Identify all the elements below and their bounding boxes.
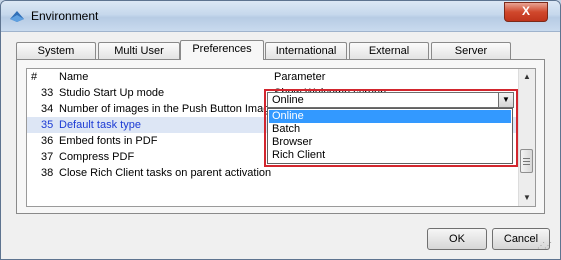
row-name: Default task type (59, 119, 141, 131)
tab-multi-user[interactable]: Multi User (98, 42, 180, 59)
option-browser[interactable]: Browser (269, 136, 511, 149)
tab-preferences[interactable]: Preferences (180, 40, 264, 60)
scrollbar-thumb[interactable] (520, 149, 533, 173)
row-name: Close Rich Client tasks on parent activa… (59, 167, 272, 179)
row-number: 33 (41, 87, 54, 99)
title-bar[interactable]: Environment X (1, 1, 560, 32)
resize-grip-icon[interactable]: ⋰⋰ (537, 241, 552, 250)
scroll-up-arrow-icon[interactable]: ▲ (519, 69, 535, 85)
row-number: 37 (41, 151, 54, 163)
option-online[interactable]: Online (269, 110, 511, 123)
app-icon (10, 11, 24, 22)
close-button[interactable]: X (504, 2, 548, 22)
row-name: Embed fonts in PDF (59, 135, 158, 147)
tab-external[interactable]: External (349, 42, 429, 59)
option-rich-client[interactable]: Rich Client (269, 149, 511, 162)
grid-header: # Name Parameter (27, 69, 521, 85)
tab-server[interactable]: Server (431, 42, 511, 59)
option-label: Browser (272, 136, 313, 148)
tab-international[interactable]: International (265, 42, 347, 59)
vertical-scrollbar[interactable]: ▲ ▼ (518, 69, 535, 206)
column-header-name[interactable]: Name (59, 71, 88, 83)
select-value: Online (272, 94, 304, 106)
column-header-parameter[interactable]: Parameter (274, 71, 325, 83)
tab-system[interactable]: System (16, 42, 96, 59)
option-batch[interactable]: Batch (269, 123, 511, 136)
table-row[interactable]: 38 Close Rich Client tasks on parent act… (27, 165, 521, 181)
option-label: Online (272, 110, 304, 122)
scroll-down-arrow-icon[interactable]: ▼ (519, 190, 535, 206)
row-name: Number of images in the Push Button Imag… (59, 103, 276, 115)
option-label: Batch (272, 123, 301, 135)
row-number: 36 (41, 135, 54, 147)
default-task-type-select[interactable]: Online ▼ (267, 92, 514, 108)
row-number: 34 (41, 103, 54, 115)
environment-dialog: Environment X System Multi User Preferen… (0, 0, 561, 260)
row-name: Studio Start Up mode (59, 87, 165, 99)
dropdown-arrow-icon[interactable]: ▼ (498, 93, 513, 107)
row-number: 38 (41, 167, 54, 179)
window-title: Environment (31, 9, 99, 23)
ok-button[interactable]: OK (427, 228, 487, 250)
row-name: Compress PDF (59, 151, 135, 163)
task-type-dropdown-list: Online Batch Browser Rich Client (267, 108, 513, 164)
row-number: 35 (41, 119, 54, 131)
column-header-number[interactable]: # (31, 71, 37, 83)
option-label: Rich Client (272, 149, 326, 161)
